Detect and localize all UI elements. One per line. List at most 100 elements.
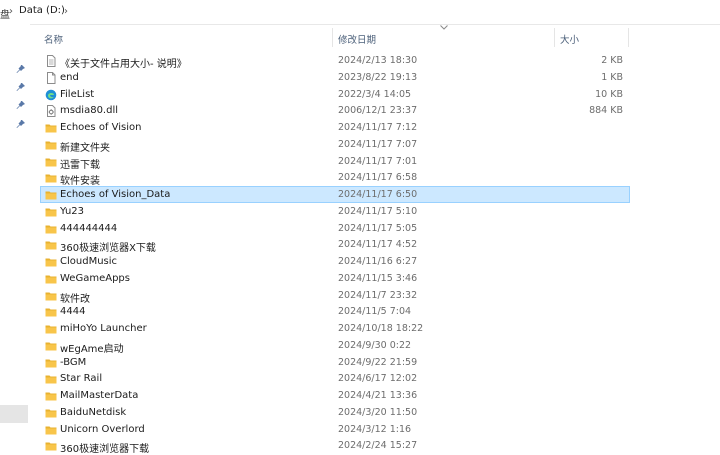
folder-icon bbox=[45, 189, 57, 201]
pin-icon[interactable] bbox=[16, 119, 26, 129]
column-divider[interactable] bbox=[332, 28, 333, 47]
file-modified-date: 2024/2/13 18:30 bbox=[338, 55, 418, 66]
breadcrumb-separator-icon[interactable]: › bbox=[9, 6, 13, 17]
file-name: miHoYo Launcher bbox=[60, 323, 147, 334]
list-item-selected[interactable]: Echoes of Vision_Data 2024/11/17 6:50 bbox=[40, 186, 630, 203]
file-name: 《关于文件占用大小- 说明》 bbox=[60, 59, 187, 70]
file-modified-date: 2024/9/30 0:22 bbox=[338, 339, 412, 351]
blank-file-icon bbox=[45, 71, 57, 84]
list-item[interactable]: FileList 2022/3/4 14:05 10 KB bbox=[40, 86, 630, 103]
address-breadcrumb[interactable]: 盘 › Data (D:) › bbox=[0, 0, 720, 25]
folder-icon bbox=[45, 306, 57, 318]
nav-selected-item[interactable] bbox=[0, 405, 28, 423]
list-item[interactable]: 《关于文件占用大小- 说明》 2024/2/13 18:30 2 KB bbox=[40, 52, 630, 70]
file-name: 迅雷下载 bbox=[60, 159, 100, 171]
file-modified-date: 2024/11/17 7:12 bbox=[338, 122, 418, 133]
file-modified-date: 2006/12/1 23:37 bbox=[338, 105, 418, 117]
list-item[interactable]: 新建文件夹 2024/11/17 7:07 bbox=[40, 136, 630, 154]
file-modified-date: 2024/3/12 1:16 bbox=[338, 423, 412, 435]
file-name: MailMasterData bbox=[60, 390, 139, 401]
file-name: 444444444 bbox=[60, 222, 118, 234]
file-modified-date: 2024/6/17 12:02 bbox=[338, 373, 418, 385]
file-modified-date: 2024/11/15 3:46 bbox=[338, 272, 418, 284]
list-item[interactable]: Star Rail 2024/6/17 12:02 bbox=[40, 370, 630, 387]
column-header-name[interactable]: 名称 bbox=[44, 32, 63, 46]
file-name: Echoes of Vision_Data bbox=[60, 189, 171, 200]
folder-icon bbox=[45, 273, 57, 285]
file-name: FileList bbox=[60, 88, 95, 100]
folder-icon bbox=[45, 440, 57, 452]
list-item[interactable]: Unicorn Overlord 2024/3/12 1:16 bbox=[40, 421, 630, 438]
file-modified-date: 2024/11/7 23:32 bbox=[338, 289, 418, 301]
dll-file-icon bbox=[45, 105, 57, 118]
file-name: msdia80.dll bbox=[60, 105, 119, 117]
breadcrumb-chevron-icon[interactable]: › bbox=[64, 6, 68, 17]
column-divider[interactable] bbox=[554, 28, 555, 47]
pin-icon[interactable] bbox=[16, 64, 26, 74]
file-name: 软件改 bbox=[60, 293, 90, 305]
file-name: Unicorn Overlord bbox=[60, 423, 145, 435]
file-list: 《关于文件占用大小- 说明》 2024/2/13 18:30 2 KB end 2023… bbox=[40, 52, 630, 455]
list-item[interactable]: 4444 2024/11/5 7:04 bbox=[40, 303, 630, 320]
file-size: 10 KB bbox=[595, 88, 623, 100]
folder-icon bbox=[45, 239, 57, 251]
list-item[interactable]: msdia80.dll 2006/12/1 23:37 884 KB bbox=[40, 102, 630, 119]
list-item[interactable]: -BGM 2024/9/22 21:59 bbox=[40, 354, 630, 371]
folder-icon bbox=[45, 206, 57, 218]
folder-icon bbox=[45, 223, 57, 235]
list-item[interactable]: 444444444 2024/11/17 5:05 bbox=[40, 220, 630, 237]
folder-icon bbox=[45, 340, 57, 352]
file-modified-date: 2023/8/22 19:13 bbox=[338, 71, 418, 83]
file-name: Yu23 bbox=[60, 205, 85, 217]
list-item[interactable]: 迅雷下载 2024/11/17 7:01 bbox=[40, 153, 630, 171]
list-item[interactable]: 软件安装 2024/11/17 6:58 bbox=[40, 169, 630, 188]
file-name: WeGameApps bbox=[60, 272, 130, 284]
column-header-date[interactable]: 修改日期 bbox=[338, 32, 376, 46]
file-modified-date: 2024/3/20 11:50 bbox=[338, 406, 418, 418]
file-modified-date: 2024/11/16 6:27 bbox=[338, 256, 418, 267]
list-item[interactable]: 360极速浏览器X下载 2024/11/17 4:52 bbox=[40, 236, 630, 254]
file-name: Star Rail bbox=[60, 373, 103, 385]
folder-icon bbox=[45, 407, 57, 419]
file-name: 4444 bbox=[60, 306, 86, 318]
file-name: 360极速浏览器下载 bbox=[60, 444, 150, 455]
file-size: 1 KB bbox=[601, 71, 623, 83]
column-header: 名称 修改日期 大小 bbox=[40, 28, 720, 48]
list-item[interactable]: Yu23 2024/11/17 5:10 bbox=[40, 203, 630, 220]
file-name: BaiduNetdisk bbox=[60, 406, 127, 418]
text-file-icon bbox=[45, 55, 57, 67]
file-modified-date: 2024/10/18 18:22 bbox=[338, 323, 424, 334]
list-item[interactable]: end 2023/8/22 19:13 1 KB bbox=[40, 69, 630, 86]
list-item[interactable]: 360极速浏览器下载 2024/2/24 15:27 bbox=[40, 437, 630, 455]
column-header-size[interactable]: 大小 bbox=[560, 32, 579, 46]
navigation-pane bbox=[0, 24, 30, 454]
column-divider[interactable] bbox=[628, 28, 629, 47]
file-modified-date: 2024/11/17 4:52 bbox=[338, 239, 418, 251]
list-item[interactable]: MailMasterData 2024/4/21 13:36 bbox=[40, 387, 630, 404]
folder-icon bbox=[45, 373, 57, 385]
file-modified-date: 2024/11/17 5:10 bbox=[338, 205, 418, 217]
file-modified-date: 2024/11/17 5:05 bbox=[338, 222, 418, 234]
pin-icon[interactable] bbox=[16, 100, 26, 110]
pin-icon[interactable] bbox=[16, 82, 26, 92]
list-item[interactable]: 软件改 2024/11/7 23:32 bbox=[40, 287, 630, 305]
list-item[interactable]: CloudMusic 2024/11/16 6:27 bbox=[40, 253, 630, 270]
file-name: CloudMusic bbox=[60, 256, 118, 267]
list-item[interactable]: miHoYo Launcher 2024/10/18 18:22 bbox=[40, 320, 630, 337]
file-size: 884 KB bbox=[589, 105, 623, 117]
file-name: Echoes of Vision bbox=[60, 122, 142, 133]
folder-icon bbox=[45, 323, 57, 335]
breadcrumb-item-drive[interactable]: Data (D:) bbox=[19, 5, 65, 16]
folder-icon bbox=[45, 256, 57, 268]
sort-indicator-icon bbox=[440, 25, 448, 30]
edge-html-file-icon bbox=[45, 89, 57, 101]
list-item[interactable]: Echoes of Vision 2024/11/17 7:12 bbox=[40, 119, 630, 136]
folder-icon bbox=[45, 390, 57, 402]
file-name: end bbox=[60, 71, 79, 83]
list-item[interactable]: BaiduNetdisk 2024/3/20 11:50 bbox=[40, 404, 630, 421]
file-name: 软件安装 bbox=[60, 176, 100, 188]
list-item[interactable]: WeGameApps 2024/11/15 3:46 bbox=[40, 270, 630, 287]
file-modified-date: 2024/9/22 21:59 bbox=[338, 356, 418, 368]
list-item[interactable]: wEgAme启动 2024/9/30 0:22 bbox=[40, 337, 630, 355]
file-modified-date: 2024/11/17 7:01 bbox=[338, 155, 418, 167]
